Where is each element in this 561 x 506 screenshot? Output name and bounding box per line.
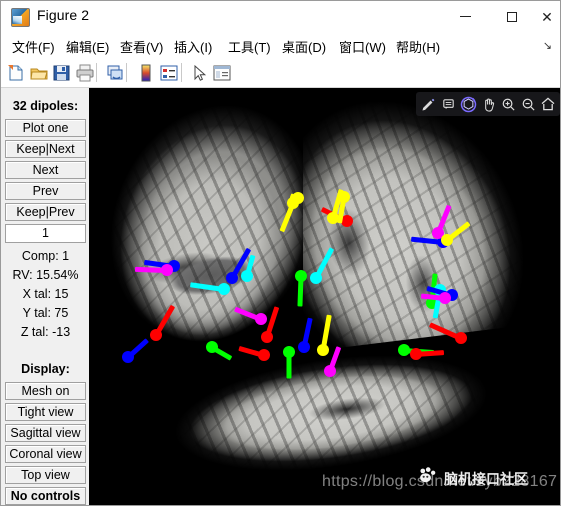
open-file-icon[interactable] (29, 63, 49, 83)
dipole-head (310, 272, 322, 284)
toolbar-separator (181, 63, 182, 82)
menu-desktop[interactable]: 桌面(D) (279, 36, 329, 57)
menu-insert[interactable]: 插入(I) (171, 36, 215, 57)
menu-view[interactable]: 查看(V) (117, 36, 166, 57)
title-bar: Figure 2 ✕ (1, 1, 560, 32)
pan-icon[interactable] (478, 93, 498, 115)
menu-help[interactable]: 帮助(H) (393, 36, 443, 57)
axes-toolbar (416, 92, 560, 116)
dipole-head (441, 234, 453, 246)
zoom-in-icon[interactable] (498, 93, 518, 115)
keep-prev-button[interactable]: Keep|Prev (5, 203, 86, 221)
maximize-button[interactable] (489, 1, 534, 32)
dipole-head (455, 332, 467, 344)
prev-button[interactable]: Prev (5, 182, 86, 200)
edit-plot-arrow-icon[interactable] (189, 63, 209, 83)
dipole-plot-axes[interactable]: https://blog.csdn.net/zyb228167 脑机接口社区 (89, 88, 560, 505)
dipole-head (255, 313, 267, 325)
dipole-head (261, 331, 273, 343)
dipole-head (410, 348, 422, 360)
dipoles-heading: 32 dipoles: (12, 99, 79, 113)
link-plot-icon[interactable] (105, 63, 125, 83)
matlab-figure-icon (11, 8, 30, 27)
menu-tools[interactable]: 工具(T) (225, 36, 274, 57)
menu-edit[interactable]: 编辑(E) (63, 36, 112, 57)
dipole-head (398, 344, 410, 356)
display-heading: Display: (21, 362, 70, 376)
rotate-3d-icon[interactable] (458, 93, 478, 115)
zoom-out-icon[interactable] (518, 93, 538, 115)
figure-window: Figure 2 ✕ 文件(F) 编辑(E) 查看(V) 插入(I) 工具(T)… (0, 0, 561, 506)
new-figure-icon[interactable] (6, 63, 26, 83)
toolbar-separator (126, 63, 127, 82)
dipole-head (292, 192, 304, 204)
x-talairach-readout: X tal: 15 (22, 287, 69, 301)
minimize-button[interactable] (443, 1, 488, 32)
dipole-control-panel: 32 dipoles: Plot one Keep|Next Next Prev… (2, 88, 89, 505)
top-view-button[interactable]: Top view (5, 466, 86, 484)
z-talairach-readout: Z tal: -13 (20, 325, 71, 339)
figure-toolbar (1, 58, 560, 88)
paw-logo (420, 467, 436, 483)
legend-icon[interactable] (159, 63, 179, 83)
plot-one-button[interactable]: Plot one (5, 119, 86, 137)
watermark-brand: 脑机接口社区 (444, 471, 528, 487)
dipole-head (150, 329, 162, 341)
menu-bar: 文件(F) 编辑(E) 查看(V) 插入(I) 工具(T) 桌面(D) 窗口(W… (1, 32, 560, 59)
minimize-icon (443, 1, 488, 32)
menu-file[interactable]: 文件(F) (9, 36, 58, 57)
dipole-index-input[interactable]: 1 (5, 224, 86, 243)
dipole-head (439, 292, 451, 304)
mesh-on-button[interactable]: Mesh on (5, 382, 86, 400)
no-controls-button[interactable]: No controls (5, 487, 86, 505)
dipole-head (241, 270, 253, 282)
coronal-view-button[interactable]: Coronal view (5, 445, 86, 463)
window-title: Figure 2 (37, 7, 90, 23)
colorbar-icon[interactable] (136, 63, 156, 83)
data-tips-icon[interactable] (438, 93, 458, 115)
property-inspector-icon[interactable] (212, 63, 232, 83)
dipole-head (298, 341, 310, 353)
dipole-head (338, 191, 350, 203)
maximize-icon (489, 1, 534, 32)
close-icon: ✕ (541, 8, 553, 25)
print-figure-icon[interactable] (75, 63, 95, 83)
sagittal-view-button[interactable]: Sagittal view (5, 424, 86, 442)
dipole-head (324, 365, 336, 377)
next-button[interactable]: Next (5, 161, 86, 179)
toolbar-separator (96, 63, 97, 82)
dipole-head (283, 346, 295, 358)
dipole-head (218, 283, 230, 295)
dipole-head (258, 349, 270, 361)
dipole-head (122, 351, 134, 363)
brush-icon[interactable] (418, 93, 438, 115)
component-readout: Comp: 1 (21, 249, 70, 263)
residual-variance-readout: RV: 15.54% (12, 268, 79, 282)
dipole-head (317, 344, 329, 356)
close-button[interactable]: ✕ (534, 1, 560, 32)
menu-overflow-icon[interactable]: ↘ (543, 39, 552, 52)
keep-next-button[interactable]: Keep|Next (5, 140, 86, 158)
dipole-head (295, 270, 307, 282)
tight-view-button[interactable]: Tight view (5, 403, 86, 421)
dipole-head (226, 272, 238, 284)
save-figure-icon[interactable] (52, 63, 72, 83)
y-talairach-readout: Y tal: 75 (22, 306, 69, 320)
dipole-head (206, 341, 218, 353)
dipole-head (161, 264, 173, 276)
restore-view-icon[interactable] (538, 93, 558, 115)
menu-window[interactable]: 窗口(W) (336, 36, 389, 57)
